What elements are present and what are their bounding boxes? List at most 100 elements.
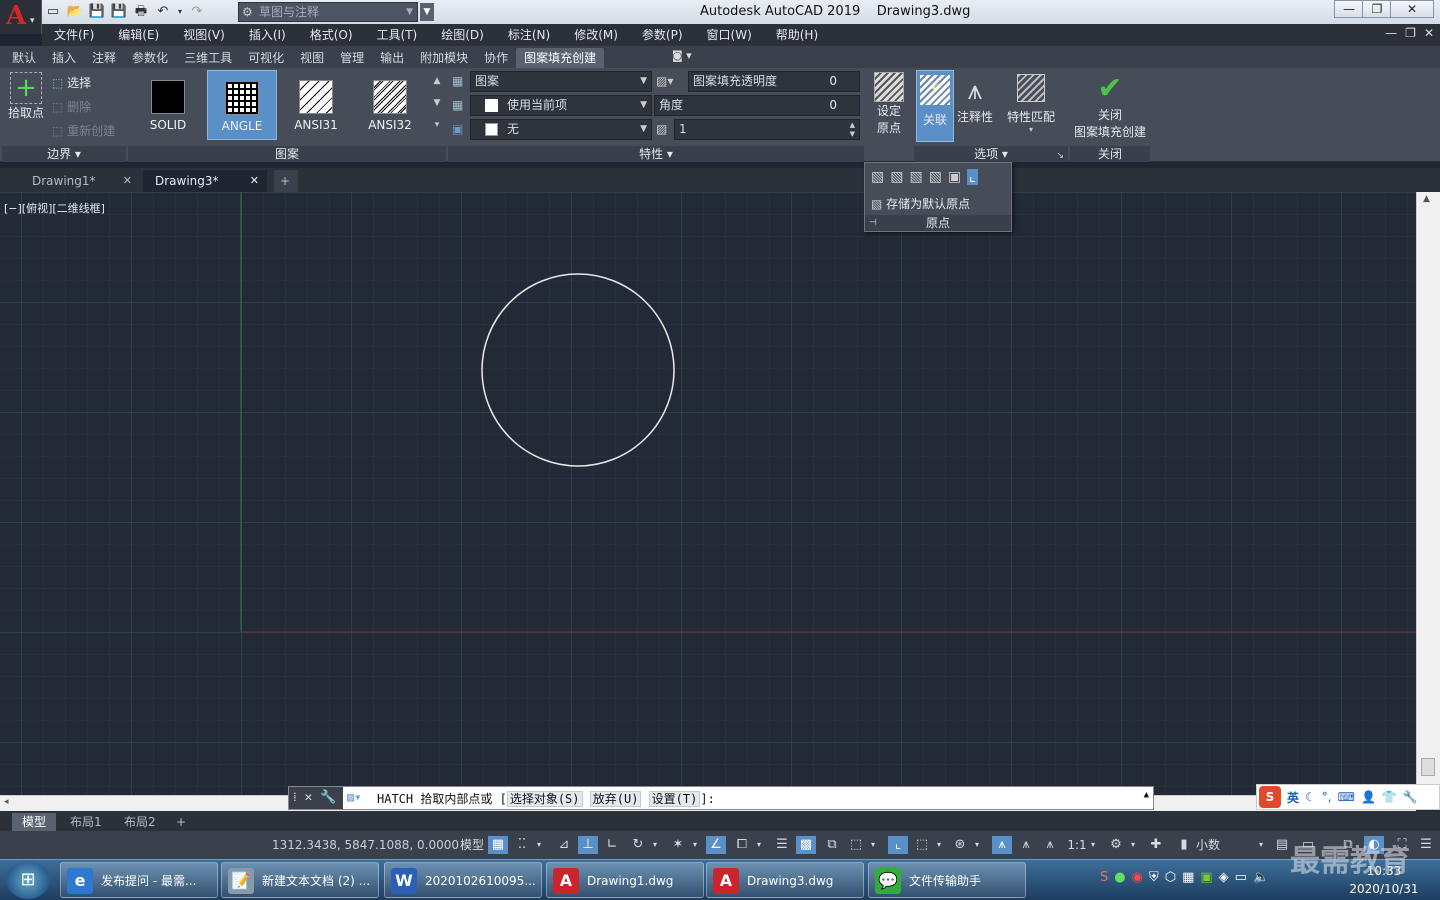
- coordinates-readout[interactable]: 1312.3438, 5847.1088, 0.0000: [272, 835, 459, 855]
- mdi-minimize-button[interactable]: —: [1385, 26, 1397, 40]
- ribbon-tab-8[interactable]: 输出: [372, 48, 412, 68]
- qq-icon[interactable]: ◈: [1219, 870, 1229, 885]
- new-icon[interactable]: ▭: [44, 4, 62, 20]
- layout-tab-layout2[interactable]: 布局2: [114, 813, 166, 831]
- mdi-restore-button[interactable]: ❐: [1405, 26, 1416, 40]
- vertical-scrollbar[interactable]: ▲: [1416, 192, 1440, 795]
- scroll-left-icon[interactable]: ◂: [4, 797, 9, 807]
- option-select-objects[interactable]: 选择对象(S): [506, 791, 583, 807]
- keyboard-icon[interactable]: ⌨: [1338, 790, 1355, 804]
- snap-icon[interactable]: ⁚⁚: [512, 836, 532, 854]
- filter-dropdown-icon[interactable]: ▾: [934, 836, 944, 854]
- menu-item-6[interactable]: 绘图(D): [429, 24, 496, 46]
- save-as-icon[interactable]: 💾: [110, 4, 128, 20]
- close-hatch-creation-button[interactable]: ✔ 关闭 图案填充创建: [1070, 72, 1150, 140]
- iso-dropdown-icon[interactable]: ▾: [690, 836, 700, 854]
- redo-icon[interactable]: ↷: [188, 4, 206, 20]
- save-icon[interactable]: 💾: [88, 4, 106, 20]
- transparency-field[interactable]: 图案填充透明度 0: [688, 71, 860, 92]
- remove-boundary-button[interactable]: ⬚ 删除: [52, 98, 91, 116]
- angle-field[interactable]: 角度 0: [654, 95, 860, 116]
- transparency-icon[interactable]: ▩: [796, 836, 816, 854]
- wechat-tray-icon[interactable]: ●: [1114, 870, 1125, 885]
- doc-tab-drawing1[interactable]: Drawing1* ✕: [20, 170, 140, 192]
- pattern-angle[interactable]: ANGLE: [207, 70, 277, 140]
- ribbon-tab-7[interactable]: 管理: [332, 48, 372, 68]
- osnap-dropdown-icon[interactable]: ▾: [754, 836, 764, 854]
- scroll-thumb[interactable]: [1421, 758, 1435, 776]
- option-undo[interactable]: 放弃(U): [589, 791, 642, 807]
- pattern-ansi31[interactable]: ANSI31: [281, 70, 351, 140]
- scale-field[interactable]: 1 ▲ ▼: [674, 119, 860, 140]
- origin-top-left-icon[interactable]: ▧: [909, 169, 922, 185]
- close-icon[interactable]: ✕: [123, 170, 132, 192]
- plus-icon[interactable]: ✚: [1146, 836, 1166, 854]
- taskbar-item-1[interactable]: 📝 新建文本文档 (2) ...: [221, 862, 379, 898]
- annotation-scale-value[interactable]: 1:1: [1064, 836, 1090, 854]
- dropdown-icon[interactable]: ▾: [176, 4, 184, 20]
- auto-scale-icon[interactable]: ⩚: [1016, 836, 1036, 854]
- pattern-ansi32[interactable]: ANSI32: [355, 70, 425, 140]
- quick-properties-icon[interactable]: ▤: [1272, 836, 1292, 854]
- maximize-button[interactable]: ❐: [1362, 0, 1392, 18]
- workspace-selector[interactable]: ⚙ 草图与注释 ▼: [238, 2, 418, 22]
- annotation-scale-icon[interactable]: ⩚: [1040, 836, 1060, 854]
- moon-icon[interactable]: ☾: [1305, 790, 1316, 804]
- mdi-close-button[interactable]: ✕: [1424, 26, 1434, 40]
- new-tab-button[interactable]: +: [274, 170, 298, 192]
- wrench-icon[interactable]: 🔧: [320, 790, 336, 805]
- taskbar-item-3[interactable]: A Drawing1.dwg: [546, 862, 704, 898]
- settings-dropdown-icon[interactable]: ▾: [1128, 836, 1138, 854]
- menu-item-11[interactable]: 帮助(H): [764, 24, 830, 46]
- ribbon-tab-11[interactable]: 图案填充创建: [516, 48, 605, 68]
- gear-icon[interactable]: ⚙: [1106, 836, 1126, 854]
- gizmo-icon[interactable]: ⊛: [950, 836, 970, 854]
- pattern-solid[interactable]: SOLID: [133, 70, 203, 140]
- shirt-icon[interactable]: 👕: [1382, 790, 1397, 804]
- command-history-icon[interactable]: ▲: [1144, 790, 1149, 800]
- menu-item-3[interactable]: 插入(I): [237, 24, 298, 46]
- object-snap-icon[interactable]: ⧠: [732, 836, 752, 854]
- select-objects-button[interactable]: ⬚ 选择: [52, 74, 91, 92]
- close-icon[interactable]: ✕: [250, 170, 259, 192]
- box-icon[interactable]: ⬡: [1165, 870, 1176, 885]
- open-icon[interactable]: 📂: [66, 4, 84, 20]
- option-settings[interactable]: 设置(T): [648, 791, 701, 807]
- snap-dropdown-icon[interactable]: ▾: [534, 836, 544, 854]
- minimize-button[interactable]: —: [1334, 0, 1364, 18]
- autocad-logo[interactable]: A ▾: [0, 0, 42, 34]
- hatch-color-select[interactable]: 使用当前项 ▼: [470, 95, 652, 116]
- pin-icon[interactable]: ⊣: [869, 215, 877, 231]
- store-default-origin-option[interactable]: ▧ 存储为默认原点: [871, 195, 970, 212]
- associative-button[interactable]: ⚡ 关联: [916, 70, 954, 142]
- scale-dropdown-icon[interactable]: ▾: [1088, 836, 1098, 854]
- drawing-canvas[interactable]: [−][俯视][二维线框]: [0, 192, 1416, 795]
- dialog-launcher-icon[interactable]: ↘: [1056, 151, 1064, 161]
- add-layout-button[interactable]: +: [170, 813, 192, 831]
- grid-icon[interactable]: ▦: [488, 836, 508, 854]
- network-icon[interactable]: ▦: [1182, 870, 1194, 885]
- recreate-boundary-button[interactable]: ⬚ 重新创建: [52, 122, 115, 140]
- hatch-type-select[interactable]: 图案 ▼: [470, 71, 652, 92]
- start-button[interactable]: ⊞: [6, 861, 50, 899]
- boundary-panel-label[interactable]: 边界 ▾: [2, 146, 126, 162]
- origin-current-icon[interactable]: ⌞: [967, 169, 978, 185]
- command-line[interactable]: ⁞ ✕ 🔧 ▨▾ HATCH 拾取内部点或 [选择对象(S) 放弃(U) 设置(…: [288, 786, 1154, 810]
- ribbon-tab-4[interactable]: 三维工具: [176, 48, 240, 68]
- transparency-icon[interactable]: ▨▾: [656, 74, 673, 88]
- properties-panel-label[interactable]: 特性 ▾: [448, 146, 864, 162]
- ime-mode[interactable]: 英: [1287, 789, 1299, 806]
- units-value[interactable]: 小数: [1196, 836, 1256, 854]
- 3d-osnap-dropdown-icon[interactable]: ▾: [868, 836, 878, 854]
- ime-toolbar[interactable]: S 英 ☾ °, ⌨ 👤 👕 🔧: [1256, 784, 1440, 810]
- menu-item-7[interactable]: 标注(N): [496, 24, 562, 46]
- command-line-handle[interactable]: ⁞ ✕ 🔧: [289, 787, 343, 809]
- nvidia-icon[interactable]: ▣: [1200, 870, 1212, 885]
- ribbon-tab-9[interactable]: 附加模块: [412, 48, 476, 68]
- infer-constraints-icon[interactable]: ⊿: [554, 836, 574, 854]
- close-icon[interactable]: ✕: [304, 790, 312, 805]
- dynamic-ucs-icon[interactable]: ⌞: [888, 836, 908, 854]
- menu-item-8[interactable]: 修改(M): [562, 24, 630, 46]
- 3d-osnap-icon[interactable]: ⬚: [846, 836, 866, 854]
- close-button[interactable]: ✕: [1390, 0, 1434, 18]
